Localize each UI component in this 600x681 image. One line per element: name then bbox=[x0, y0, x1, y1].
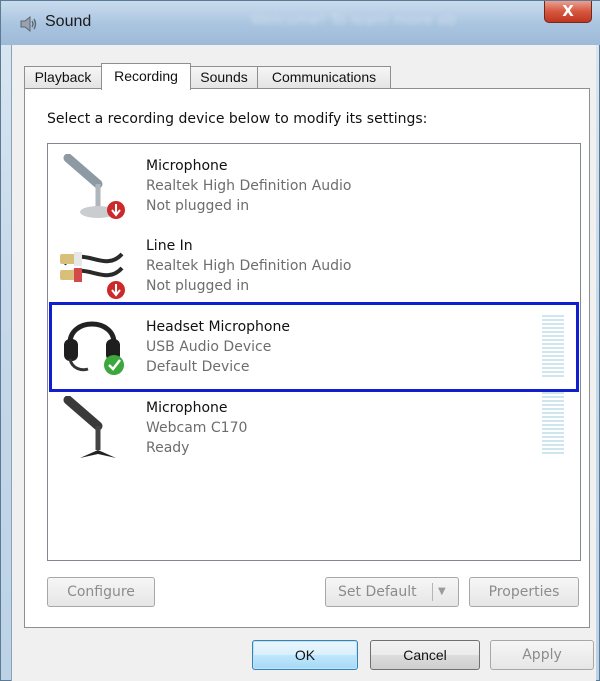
device-name: Headset Microphone bbox=[146, 319, 290, 335]
list-item-device[interactable]: Line In Realtek High Definition Audio No… bbox=[50, 228, 578, 306]
input-level-meter bbox=[542, 392, 564, 456]
microphone-icon bbox=[63, 396, 116, 458]
properties-button[interactable]: Properties bbox=[469, 577, 579, 607]
device-name: Microphone bbox=[146, 400, 228, 416]
device-status: Default Device bbox=[146, 359, 250, 375]
speaker-icon bbox=[20, 15, 37, 33]
window-title: Sound bbox=[45, 13, 92, 30]
device-details: Microphone Webcam C170 Ready bbox=[146, 398, 247, 458]
input-level-meter bbox=[542, 315, 564, 379]
list-item-device-selected[interactable]: Headset Microphone USB Audio Device Defa… bbox=[49, 302, 579, 392]
chevron-down-icon[interactable]: ▼ bbox=[438, 578, 446, 606]
tab-recording[interactable]: Recording bbox=[101, 63, 191, 90]
device-name: Microphone bbox=[146, 158, 228, 174]
default-check-icon bbox=[104, 355, 124, 375]
ok-button[interactable]: OK bbox=[252, 640, 358, 670]
recording-device-list[interactable]: Microphone Realtek High Definition Audio… bbox=[47, 143, 581, 561]
device-status: Not plugged in bbox=[146, 278, 250, 294]
device-status: Ready bbox=[146, 440, 190, 456]
device-driver: Realtek High Definition Audio bbox=[146, 178, 352, 194]
apply-button[interactable]: Apply bbox=[490, 640, 594, 670]
tab-communications[interactable]: Communications bbox=[257, 66, 391, 89]
device-details: Line In Realtek High Definition Audio No… bbox=[146, 236, 352, 296]
set-default-label: Set Default bbox=[338, 584, 417, 600]
device-driver: USB Audio Device bbox=[146, 339, 272, 355]
device-details: Microphone Realtek High Definition Audio… bbox=[146, 156, 352, 216]
microphone-icon bbox=[63, 154, 125, 219]
tab-playback[interactable]: Playback bbox=[24, 66, 102, 89]
line-in-cable-icon bbox=[60, 252, 125, 299]
sound-dialog-window: Welcome! To learn more ab Sound X Playba… bbox=[0, 0, 600, 681]
tab-sounds[interactable]: Sounds bbox=[190, 66, 258, 89]
dialog-client-area: Playback Recording Sounds Communications… bbox=[11, 45, 596, 681]
headset-icon bbox=[64, 321, 124, 375]
split-divider bbox=[432, 583, 433, 601]
device-name: Line In bbox=[146, 238, 193, 254]
device-driver: Webcam C170 bbox=[146, 420, 248, 436]
device-status: Not plugged in bbox=[146, 198, 250, 214]
background-window-title: Welcome! To learn more ab bbox=[251, 11, 457, 29]
close-button[interactable]: X bbox=[544, 1, 592, 23]
unplugged-badge-icon bbox=[107, 281, 125, 299]
configure-button[interactable]: Configure bbox=[47, 577, 155, 607]
device-driver: Realtek High Definition Audio bbox=[146, 258, 352, 274]
list-item-device[interactable]: Microphone Realtek High Definition Audio… bbox=[50, 148, 578, 226]
title-bar[interactable]: Welcome! To learn more ab Sound X bbox=[1, 1, 600, 45]
cancel-button[interactable]: Cancel bbox=[370, 640, 480, 670]
unplugged-badge-icon bbox=[107, 201, 125, 219]
instruction-text: Select a recording device below to modif… bbox=[47, 111, 428, 127]
list-item-device[interactable]: Microphone Webcam C170 Ready bbox=[50, 390, 578, 468]
set-default-split-button[interactable]: Set Default ▼ bbox=[325, 577, 459, 607]
device-details: Headset Microphone USB Audio Device Defa… bbox=[146, 317, 290, 377]
recording-tab-panel: Select a recording device below to modif… bbox=[24, 88, 590, 628]
